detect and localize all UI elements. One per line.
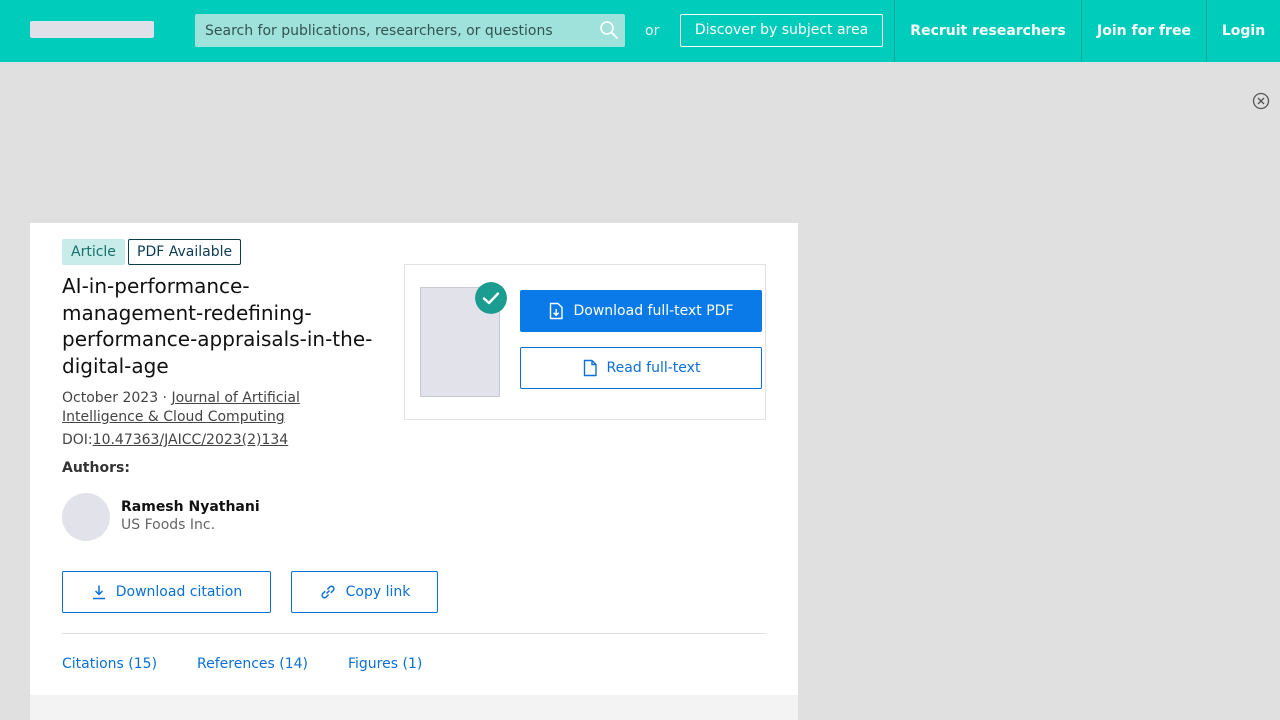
tab-references[interactable]: References (14) (197, 656, 308, 672)
tabs-divider (62, 633, 766, 634)
download-pdf-button[interactable]: Download full-text PDF (520, 290, 762, 332)
meta-separator: · (158, 390, 172, 406)
doi-line: DOI:10.47363/JAICC/2023(2)134 (62, 432, 288, 448)
copy-link-label: Copy link (345, 584, 411, 600)
authors-heading: Authors: (62, 460, 130, 476)
publication-date: October 2023 (62, 390, 159, 406)
file-download-icon (550, 302, 564, 320)
discover-subject-button[interactable]: Discover by subject area (680, 14, 883, 47)
article-type-badge: Article (62, 239, 125, 265)
file-icon (583, 359, 597, 377)
pdf-available-badge: PDF Available (128, 239, 242, 265)
download-citation-button[interactable]: Download citation (62, 571, 271, 613)
card-footer-strip (30, 695, 798, 720)
search-bar[interactable] (195, 14, 625, 47)
doi-link[interactable]: 10.47363/JAICC/2023(2)134 (93, 432, 289, 448)
read-full-text-button[interactable]: Read full-text (520, 347, 762, 389)
doi-label: DOI: (62, 432, 93, 448)
search-icon[interactable] (599, 20, 619, 40)
or-text: or (645, 23, 660, 39)
login-link[interactable]: Login (1207, 0, 1280, 62)
download-pdf-label: Download full-text PDF (573, 303, 734, 319)
check-icon (475, 282, 507, 314)
top-navigation-bar: or Discover by subject area Recruit rese… (0, 0, 1280, 62)
tab-figures[interactable]: Figures (1) (348, 656, 422, 672)
download-icon (92, 585, 105, 600)
avatar[interactable] (62, 493, 110, 541)
tab-citations[interactable]: Citations (15) (62, 656, 157, 672)
publication-meta: October 2023 · Journal of Artificial Int… (62, 389, 362, 427)
copy-link-button[interactable]: Copy link (291, 571, 438, 613)
author-name-link[interactable]: Ramesh Nyathani (121, 499, 260, 515)
read-full-text-label: Read full-text (606, 360, 701, 376)
author-affiliation: US Foods Inc. (121, 517, 216, 533)
recruit-researchers-link[interactable]: Recruit researchers (895, 0, 1081, 62)
download-citation-label: Download citation (115, 584, 243, 600)
search-input[interactable] (195, 14, 595, 47)
publication-title: AI-in-performance-management-redefining-… (62, 274, 373, 378)
close-circle-icon[interactable] (1252, 92, 1270, 110)
join-for-free-link[interactable]: Join for free (1082, 0, 1206, 62)
link-icon (321, 585, 335, 599)
site-logo[interactable] (30, 21, 154, 38)
